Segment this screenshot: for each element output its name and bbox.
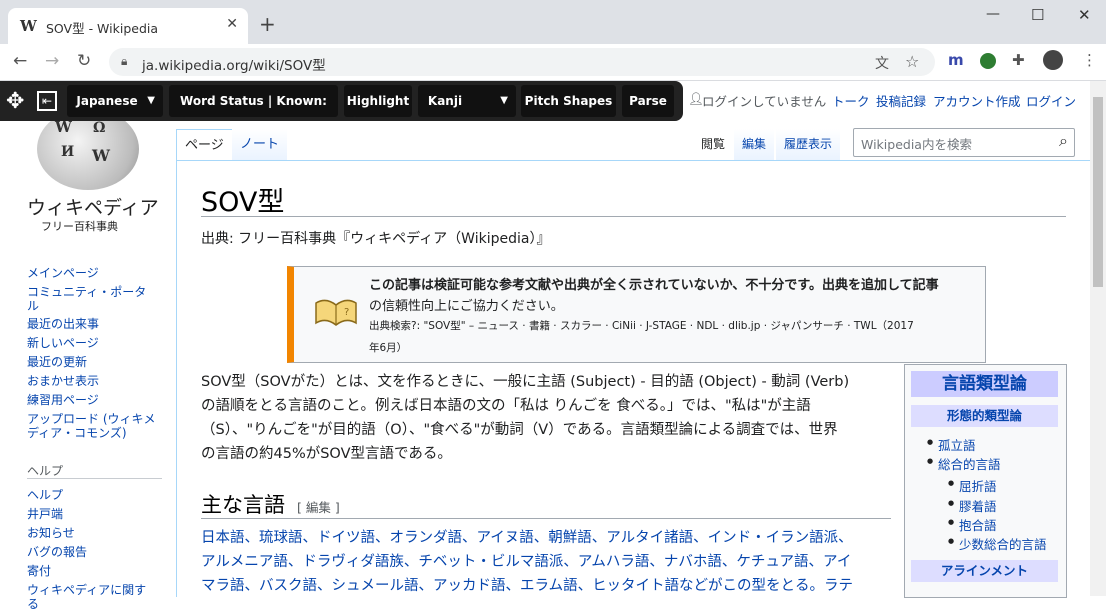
notice-search-links[interactable]: 出典検索?: "SOV型" – ニュース · 書籍 · スカラー · CiNii… <box>369 318 914 333</box>
language-select[interactable]: Japanese ▼ <box>67 85 163 117</box>
navbox-subitem[interactable]: 抱合語 <box>948 515 996 534</box>
page-scrollbar[interactable] <box>1090 81 1106 596</box>
article-paragraph-line: の言語の約45%がSOV型言語である。 <box>201 446 452 462</box>
extensions-puzzle-icon[interactable]: ✚ <box>1012 51 1025 69</box>
article-source-line: 出典: フリー百科事典『ウィキペディア（Wikipedia）』 <box>201 231 551 247</box>
move-arrows-icon[interactable]: ✥ <box>6 89 24 114</box>
tab-title: SOV型 - Wikipedia <box>46 21 159 36</box>
sidebar-help-item[interactable]: 井戸端 <box>27 507 157 521</box>
navbox-subitem[interactable]: 少数総合的言語 <box>948 534 1046 553</box>
sidebar-nav-item[interactable]: 新しいページ <box>27 336 157 350</box>
sidebar-help-heading: ヘルプ <box>27 464 64 478</box>
reader-overlay-bar: ✥ ⇤ Japanese▼ Word Status | Known: 1895 … <box>0 81 683 140</box>
section-edit-link[interactable]: [ 編集 ] <box>297 500 340 515</box>
language-list-line[interactable]: マラ語、バスク語、シュメール語、アッカド語、エラム語、ヒッタイト語などがこの型を… <box>201 574 853 598</box>
tab-strip: W SOV型 - Wikipedia ✕ + — ☐ ✕ <box>0 0 1106 44</box>
sidebar-nav-item[interactable]: コミュニティ・ポータル <box>27 285 157 313</box>
navbox-subheading[interactable]: 形態的類型論 <box>911 405 1058 427</box>
title-underline <box>201 216 1066 217</box>
page-title: SOV型 <box>201 187 285 218</box>
navbox-item[interactable]: 孤立語 <box>927 435 975 454</box>
language-list-line[interactable]: アルメニア語、ドラヴィダ語族、チベット・ビルマ語派、アムハラ語、ナバホ語、ケチュ… <box>201 550 851 574</box>
tab-read[interactable]: 閲覧 <box>693 129 733 160</box>
navbox-title[interactable]: 言語類型論 <box>911 371 1058 397</box>
dropdown-caret-icon: ▼ <box>500 95 508 106</box>
contribs-link[interactable]: 投稿記録 <box>876 91 926 110</box>
sidebar-divider <box>27 478 162 479</box>
article-paragraph-line: SOV型（SOVがた）とは、文を作るときに、一般に主語 (Subject) - … <box>201 374 850 390</box>
bookmark-star-icon[interactable]: ☆ <box>905 52 919 71</box>
sidebar-nav-item[interactable]: 練習用ページ <box>27 393 157 407</box>
new-tab-icon[interactable]: + <box>259 12 276 36</box>
sidebar-help-item[interactable]: バグの報告 <box>27 545 157 559</box>
wikipedia-favicon-icon: W <box>20 17 37 35</box>
reload-icon[interactable]: ↻ <box>77 51 91 71</box>
article-paragraph-line: （S）、"りんごを"が目的語（O）、"食べる"が動詞（V）である。言語類型論によ… <box>201 422 838 438</box>
window-close-icon[interactable]: ✕ <box>1078 6 1091 24</box>
book-question-icon: ? <box>315 299 357 326</box>
wiki-logo-title[interactable]: ウィキペディア <box>27 193 159 220</box>
sidebar-help-item[interactable]: ヘルプ <box>27 488 157 502</box>
word-status-button[interactable]: Word Status | Known: 1895 <box>169 85 338 140</box>
tab-note[interactable]: ノート <box>232 129 288 160</box>
language-list-line[interactable]: 日本語、琉球語、ドイツ語、オランダ語、アイヌ語、朝鮮語、アルタイ諸語、インド・イ… <box>201 526 853 550</box>
url-text: ja.wikipedia.org/wiki/SOV型 <box>142 58 326 74</box>
m-extension-icon[interactable]: m <box>948 51 964 69</box>
kanji-select[interactable]: Kanji ▼ <box>418 85 516 117</box>
svg-text:?: ? <box>344 307 349 318</box>
forward-icon[interactable]: → <box>45 51 59 71</box>
notice-line-1: この記事は検証可能な参考文献や出典が全く示されていないか、不十分です。出典を追加… <box>369 278 939 293</box>
address-bar[interactable]: 🔒︎ ja.wikipedia.org/wiki/SOV型 文 ☆ <box>109 48 935 76</box>
maximize-icon[interactable]: ☐ <box>1031 6 1044 24</box>
search-icon[interactable]: ⌕ <box>1059 131 1068 151</box>
tab-close-icon[interactable]: ✕ <box>226 16 238 32</box>
search-placeholder: Wikipedia内を検索 <box>861 137 972 152</box>
parse-button[interactable]: Parse <box>622 85 674 117</box>
navbox-item[interactable]: 総合的言語 <box>927 454 1000 473</box>
sidebar-nav-item[interactable]: アップロード (ウィキメディア・コモンズ) <box>27 412 157 440</box>
linguistic-typology-navbox: 言語類型論 形態的類型論 孤立語 総合的言語 屈折語 膠着語 抱合語 少数総合的… <box>904 364 1067 598</box>
scrollbar-thumb[interactable] <box>1093 97 1103 287</box>
section-heading: 主な言語[ 編集 ] <box>201 493 340 517</box>
sidebar-help-item[interactable]: ウィキペディアに関する <box>27 583 157 611</box>
highlight-button[interactable]: Highlight <box>344 85 412 117</box>
notice-date: 年6月） <box>369 342 408 354</box>
navbox-subitem[interactable]: 屈折語 <box>948 476 996 495</box>
green-extension-icon[interactable] <box>980 53 996 69</box>
browser-tab[interactable]: W SOV型 - Wikipedia ✕ <box>8 8 248 44</box>
translate-icon[interactable]: 文 <box>875 53 889 73</box>
tab-edit[interactable]: 編集 <box>734 129 775 160</box>
profile-avatar-icon[interactable] <box>1043 50 1063 70</box>
sidebar-help-item[interactable]: 寄付 <box>27 564 157 578</box>
browser-toolbar: ← → ↻ 🔒︎ ja.wikipedia.org/wiki/SOV型 文 ☆ <box>0 44 1106 81</box>
collapse-left-icon[interactable]: ⇤ <box>37 91 57 111</box>
create-account-link[interactable]: アカウント作成 <box>933 91 1021 110</box>
talk-link[interactable]: トーク <box>832 91 870 110</box>
navbox-subitem[interactable]: 膠着語 <box>948 496 996 515</box>
back-icon[interactable]: ← <box>13 51 27 71</box>
tab-page[interactable]: ページ <box>176 129 233 160</box>
article-paragraph-line: の語順をとる言語のこと。例えば日本語の文の「私は りんごを 食べる。」では、"私… <box>201 398 811 414</box>
search-input[interactable]: Wikipedia内を検索 ⌕ <box>853 128 1075 157</box>
menu-kebab-icon[interactable]: ⋮ <box>1082 51 1097 69</box>
sidebar-help-item[interactable]: お知らせ <box>27 526 157 540</box>
notice-line-2: の信頼性向上にご協力ください。 <box>369 299 564 314</box>
minimize-icon[interactable]: — <box>986 6 1000 22</box>
sidebar-nav-item[interactable]: 最近の更新 <box>27 355 157 369</box>
tab-history[interactable]: 履歴表示 <box>776 129 841 160</box>
citation-needed-notice: ? この記事は検証可能な参考文献や出典が全く示されていないか、不十分です。出典を… <box>287 266 986 363</box>
login-link[interactable]: ログイン <box>1026 91 1076 110</box>
sidebar-nav-item[interactable]: 最近の出来事 <box>27 317 157 331</box>
sidebar-nav-item[interactable]: おまかせ表示 <box>27 374 157 388</box>
pitch-shapes-button[interactable]: Pitch Shapes <box>521 85 616 117</box>
dropdown-caret-icon: ▼ <box>147 95 155 106</box>
section-underline <box>201 518 891 519</box>
wiki-logo-subtitle: フリー百科事典 <box>41 220 118 233</box>
lock-icon: 🔒︎ <box>121 54 128 68</box>
not-logged-in-text: ログインしていません <box>702 94 827 109</box>
sidebar-nav-item[interactable]: メインページ <box>27 266 157 280</box>
navbox-subheading[interactable]: アラインメント <box>911 560 1058 582</box>
